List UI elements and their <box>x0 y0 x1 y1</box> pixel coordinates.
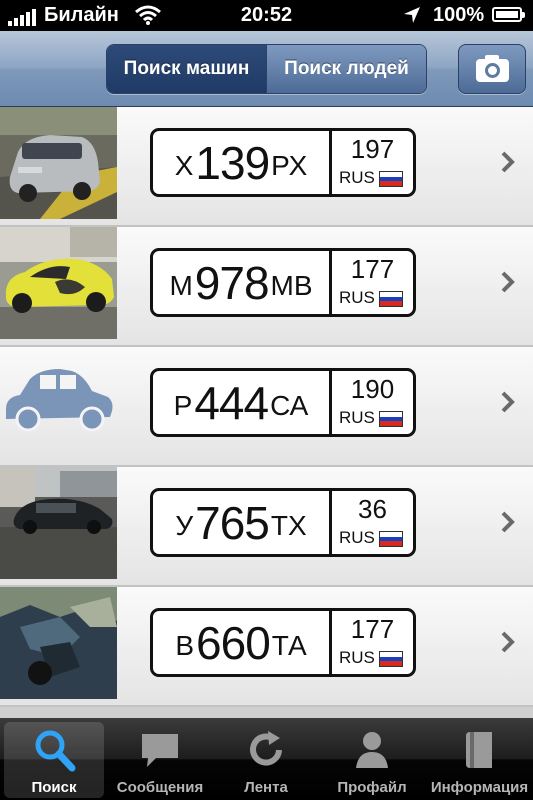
plate-letters: МВ <box>270 269 313 301</box>
tab-label: Лента <box>244 779 288 796</box>
refresh-icon <box>250 731 282 766</box>
plate-digits: 444 <box>194 376 269 429</box>
search-icon <box>35 730 76 772</box>
battery-percentage: 100% <box>433 4 485 26</box>
russian-flag-icon <box>379 531 403 547</box>
book-icon <box>465 732 492 768</box>
plate-digits: 978 <box>194 256 270 309</box>
tab-label: Сообщения <box>116 779 204 796</box>
battery-icon <box>492 7 525 22</box>
plate-letters: ТА <box>271 629 307 661</box>
car-placeholder-thumbnail <box>0 347 117 459</box>
plate-country-code: RUS <box>339 168 375 187</box>
plate-letter: В <box>175 629 195 661</box>
tab-messages[interactable]: Сообщения <box>108 722 212 798</box>
camera-button[interactable] <box>458 44 526 94</box>
plate-digits: 765 <box>195 496 270 549</box>
russian-flag-icon <box>379 411 403 427</box>
plate-region-code: 197 <box>350 134 395 164</box>
car-photo-thumbnail <box>0 587 117 699</box>
license-plate: У 765 ТХ 36 RUS <box>150 488 416 557</box>
plate-digits: 139 <box>195 136 270 189</box>
plate-country-code: RUS <box>339 648 375 667</box>
plate-region-code: 177 <box>350 614 395 644</box>
car-photo-thumbnail <box>0 107 117 219</box>
camera-icon <box>476 55 509 82</box>
plate-letter: Х <box>174 149 194 181</box>
plates-list: Х 139 РХ 197 RUS М 978 МВ 177 RUS Р 444 … <box>0 107 533 718</box>
tab-profile[interactable]: Профайл <box>320 722 424 798</box>
car-photo-thumbnail <box>0 467 117 579</box>
navigation-bar: Поиск машин Поиск людей <box>0 31 533 107</box>
list-item[interactable]: М 978 МВ 177 RUS <box>0 227 533 347</box>
license-plate: В 660 ТА 177 RUS <box>150 608 416 677</box>
plate-letters: РХ <box>271 149 308 181</box>
tab-label: Профайл <box>337 779 407 796</box>
list-item[interactable]: В 660 ТА 177 RUS <box>0 587 533 707</box>
list-item[interactable]: Х 139 РХ 197 RUS <box>0 107 533 227</box>
license-plate: Р 444 СА 190 RUS <box>150 368 416 437</box>
russian-flag-icon <box>379 291 403 307</box>
chevron-right-icon <box>501 271 515 293</box>
plate-country-code: RUS <box>339 408 375 427</box>
russian-flag-icon <box>379 171 403 187</box>
plate-country-code: RUS <box>339 288 375 307</box>
tab-feed[interactable]: Лента <box>216 722 316 798</box>
segment-search-people[interactable]: Поиск людей <box>266 45 426 93</box>
chevron-right-icon <box>501 391 515 413</box>
list-item[interactable]: Р 444 СА 190 RUS <box>0 347 533 467</box>
tab-info[interactable]: Информация <box>428 722 531 798</box>
location-arrow-icon <box>404 7 420 23</box>
status-bar: Билайн 20:52 100% <box>0 0 533 31</box>
license-plate: М 978 МВ 177 RUS <box>150 248 416 317</box>
plate-letter: Р <box>173 389 193 421</box>
russian-flag-icon <box>379 651 403 667</box>
chevron-right-icon <box>501 511 515 533</box>
search-mode-segmented-control: Поиск машин Поиск людей <box>106 44 427 94</box>
tab-label: Информация <box>430 779 529 796</box>
plate-region-code: 36 <box>358 494 387 524</box>
plate-region-code: 190 <box>350 374 395 404</box>
tab-bar: Поиск Сообщения Лента Профайл Информация <box>0 718 533 800</box>
plate-country-code: RUS <box>339 528 375 547</box>
car-photo-thumbnail <box>0 227 117 339</box>
tab-label: Поиск <box>31 779 77 796</box>
plate-letters: СА <box>270 389 309 421</box>
list-item[interactable]: У 765 ТХ 36 RUS <box>0 467 533 587</box>
chevron-right-icon <box>501 631 515 653</box>
plate-letter: М <box>169 269 193 301</box>
car-placeholder-icon <box>6 369 113 432</box>
person-icon <box>356 732 388 768</box>
chevron-right-icon <box>501 151 515 173</box>
plate-letter: У <box>175 509 194 541</box>
segment-search-cars[interactable]: Поиск машин <box>107 45 266 93</box>
license-plate: Х 139 РХ 197 RUS <box>150 128 416 197</box>
tab-search[interactable]: Поиск <box>4 722 104 798</box>
plate-digits: 660 <box>196 616 271 669</box>
plate-letters: ТХ <box>270 509 307 541</box>
chat-bubble-icon <box>142 734 178 767</box>
plate-region-code: 177 <box>350 254 395 284</box>
